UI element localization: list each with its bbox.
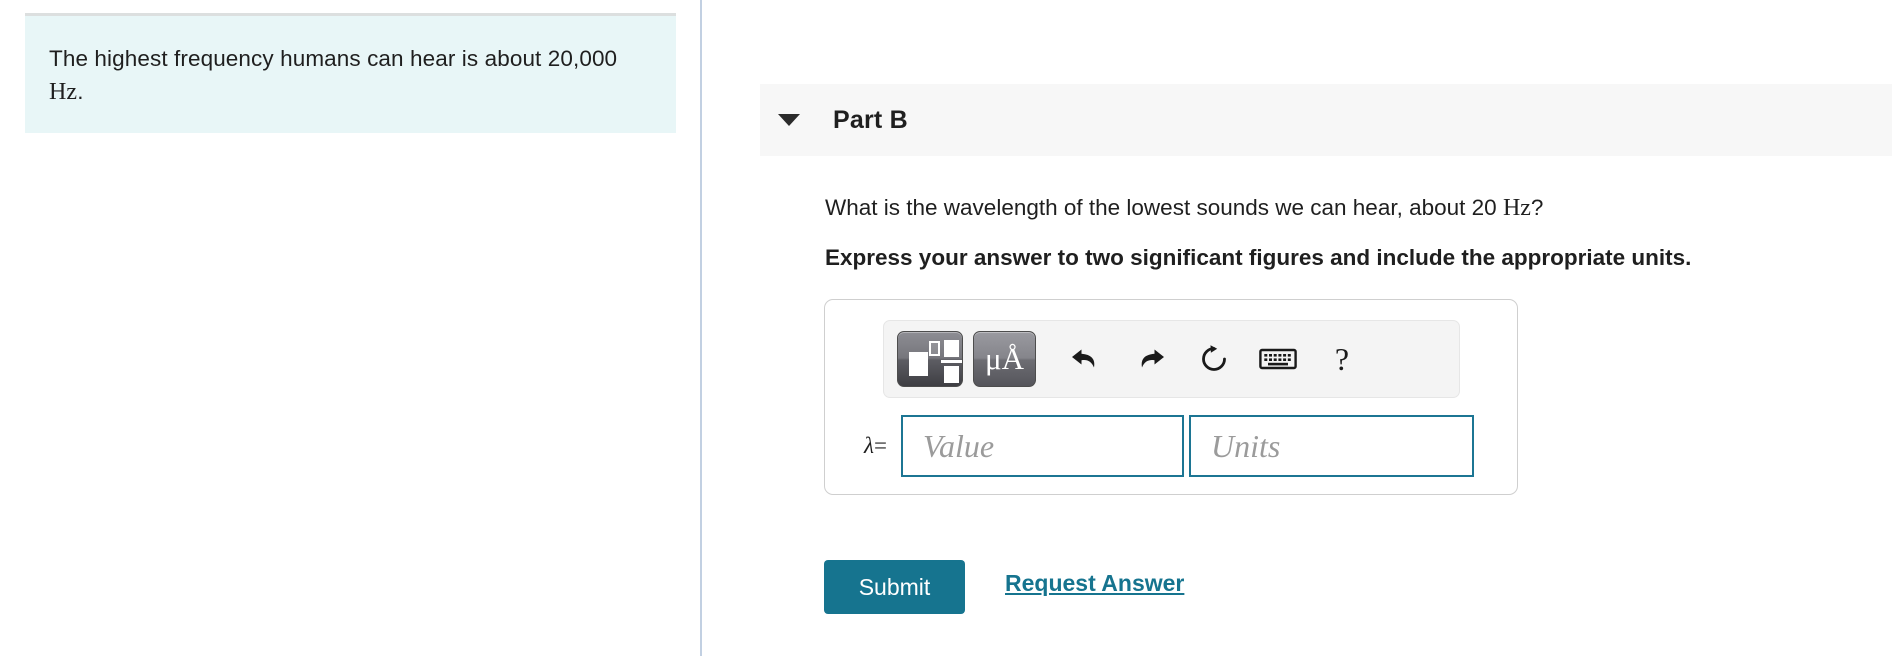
template-superscript-icon: [929, 341, 940, 356]
request-answer-link[interactable]: Request Answer: [1005, 570, 1184, 597]
reset-icon[interactable]: [1182, 331, 1246, 387]
help-icon[interactable]: ?: [1310, 331, 1374, 387]
part-header[interactable]: Part B: [760, 84, 1892, 156]
variable-label: λ=: [847, 433, 887, 459]
math-toolbar: μÅ ?: [883, 320, 1460, 398]
units-input[interactable]: [1189, 415, 1474, 477]
hint-card: The highest frequency humans can hear is…: [25, 13, 676, 133]
value-input[interactable]: [901, 415, 1184, 477]
instruction-text: Express your answer to two significant f…: [825, 245, 1692, 270]
left-panel: The highest frequency humans can hear is…: [0, 0, 700, 656]
part-title: Part B: [833, 105, 908, 134]
question-text: What is the wavelength of the lowest sou…: [825, 193, 1543, 223]
question-unit: Hz: [1502, 195, 1531, 221]
template-fraction-bar-icon: [941, 360, 962, 363]
question-text-before: What is the wavelength of the lowest sou…: [825, 195, 1503, 220]
greek-symbols-button[interactable]: μÅ: [973, 331, 1036, 387]
help-question-mark: ?: [1334, 340, 1350, 377]
template-fraction-denominator-icon: [944, 366, 959, 383]
answer-box: μÅ ? λ= Value Units: [824, 299, 1518, 495]
lambda-symbol: λ: [864, 433, 875, 458]
equals-symbol: =: [874, 433, 887, 458]
hint-text: The highest frequency humans can hear is…: [49, 42, 629, 109]
answer-input-row: λ=: [825, 415, 1519, 477]
redo-icon[interactable]: [1118, 331, 1182, 387]
hint-unit: Hz: [49, 79, 78, 105]
question-text-after: ?: [1530, 195, 1544, 220]
submit-button[interactable]: Submit: [824, 560, 965, 614]
template-fraction-numerator-icon: [944, 340, 959, 357]
hint-text-after: .: [77, 79, 84, 104]
math-template-button[interactable]: [897, 331, 963, 387]
keyboard-icon[interactable]: [1246, 331, 1310, 387]
chevron-down-icon[interactable]: [778, 114, 800, 126]
undo-icon[interactable]: [1054, 331, 1118, 387]
template-square-icon: [909, 352, 928, 376]
hint-text-before: The highest frequency humans can hear is…: [49, 46, 618, 71]
right-panel: Part B What is the wavelength of the low…: [702, 0, 1892, 656]
problem-page: The highest frequency humans can hear is…: [0, 0, 1892, 656]
